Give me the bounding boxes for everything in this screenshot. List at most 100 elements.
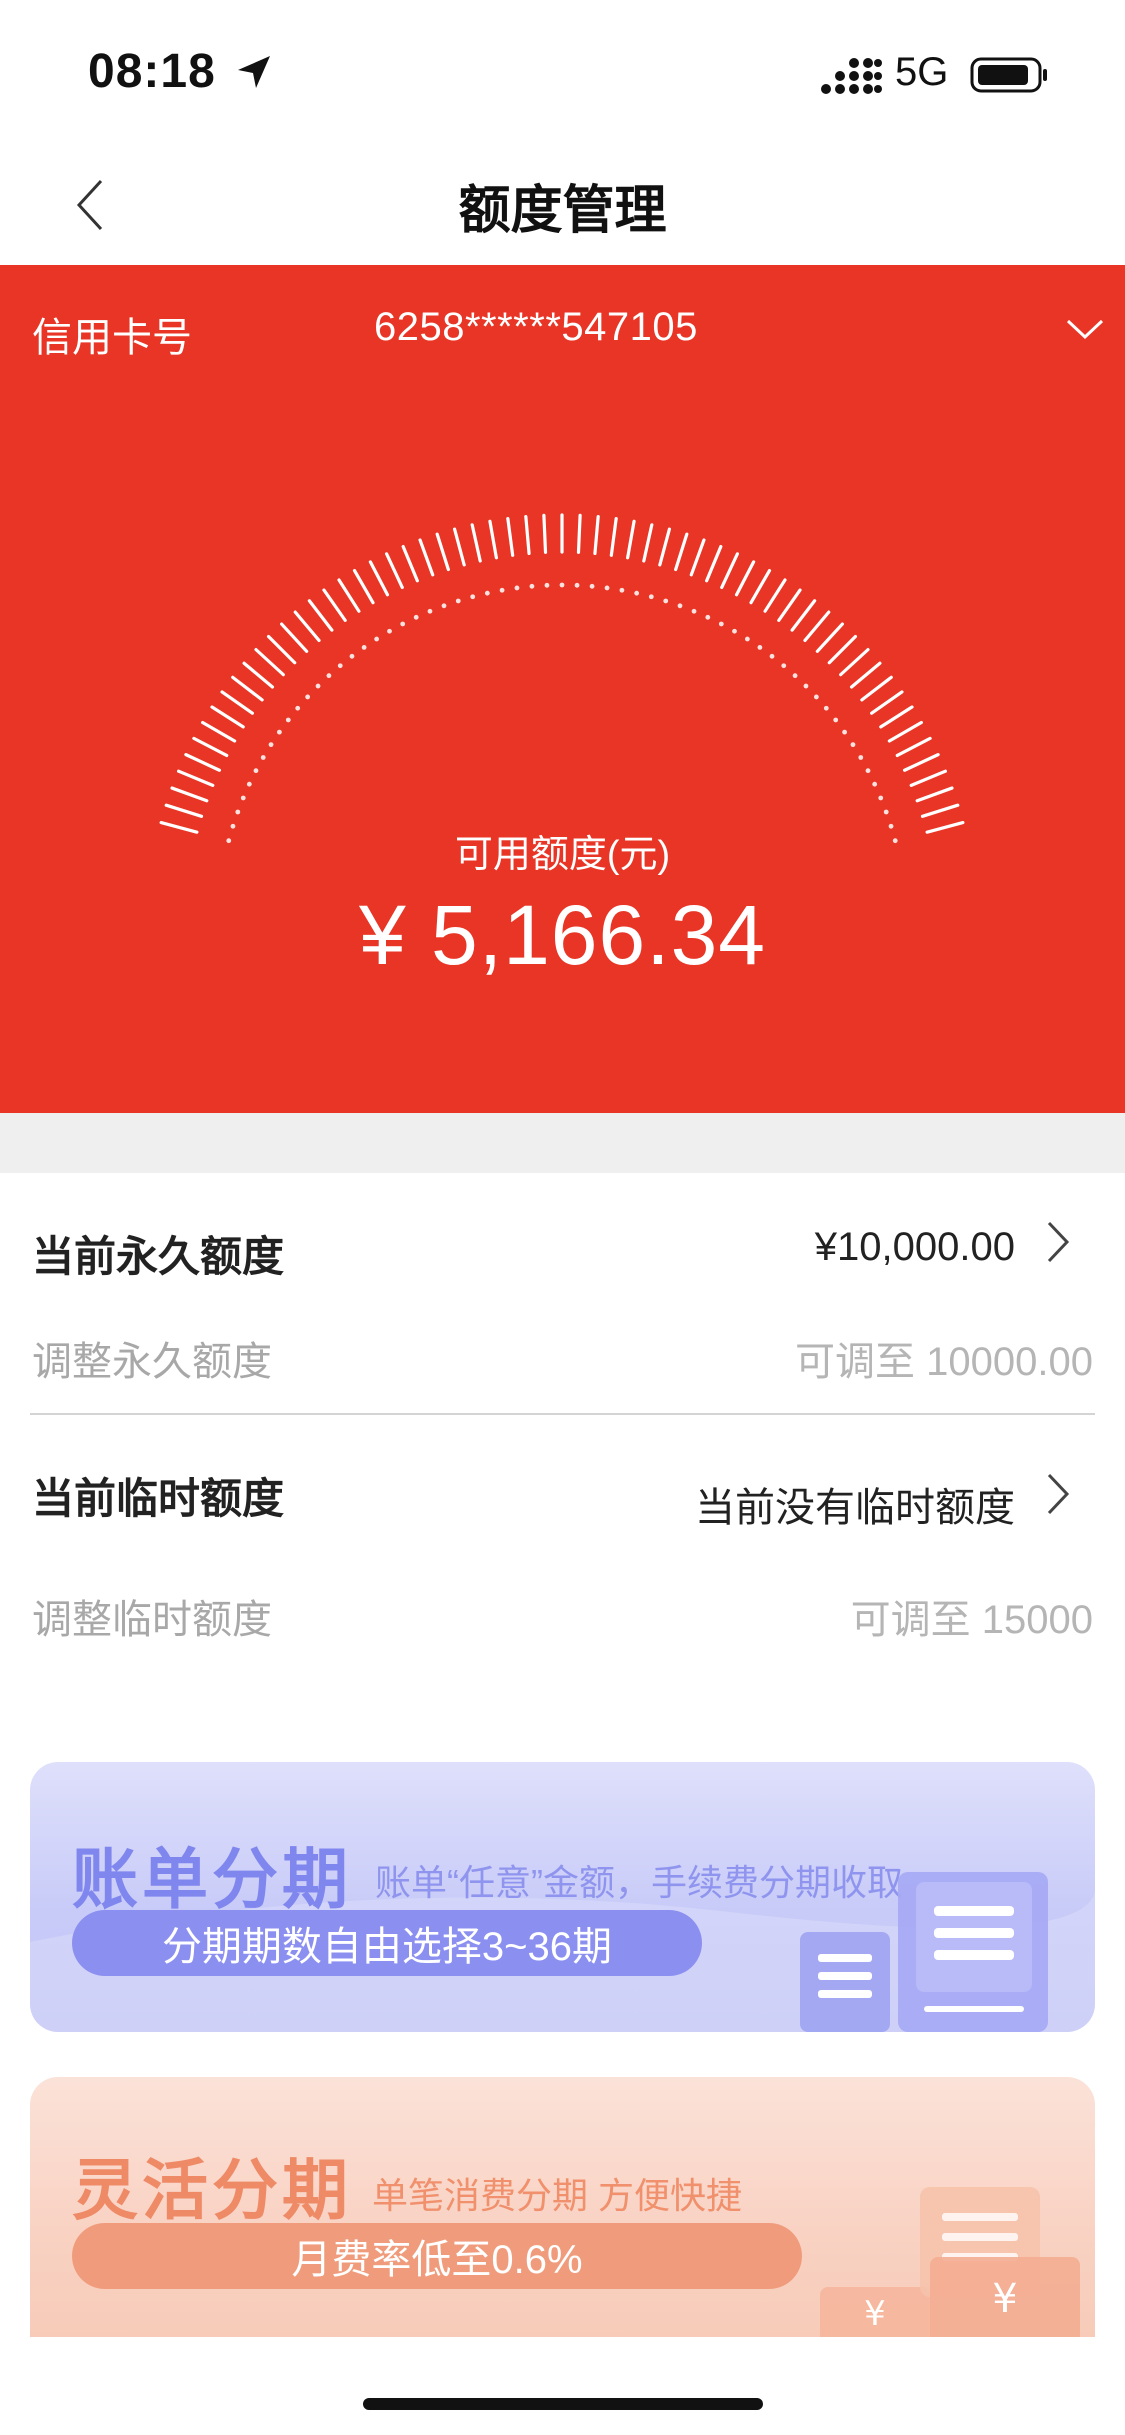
chevron-right-icon[interactable] — [1041, 1469, 1075, 1519]
gauge-tick — [164, 803, 204, 818]
gauge-dot — [634, 590, 640, 596]
gauge-tick — [576, 513, 582, 554]
battery-icon — [970, 57, 1047, 93]
gauge-tick — [609, 516, 618, 557]
temporary-limit-value: 当前没有临时额度 — [695, 1486, 1015, 1530]
gauge-dot — [529, 583, 535, 589]
gauge-tick — [200, 720, 237, 743]
gauge-dot — [718, 621, 724, 627]
gauge-tick — [674, 532, 689, 572]
gauge-dot — [387, 628, 392, 634]
gauge-tick — [803, 610, 831, 643]
network-type: 5G — [895, 50, 949, 94]
gauge-tick — [231, 675, 264, 702]
gauge-tick — [902, 753, 940, 772]
gauge-dot — [285, 717, 291, 723]
gauge-dot — [677, 603, 683, 609]
gauge-dot — [413, 614, 419, 620]
chevron-right-icon[interactable] — [1041, 1217, 1075, 1267]
gauge-tick — [705, 544, 723, 583]
gauge-dot — [858, 755, 864, 760]
gauge-tick — [280, 622, 309, 653]
nav-bar: 额度管理 — [0, 150, 1125, 265]
gauge-tick — [368, 560, 390, 597]
flexible-installment-banner[interactable]: 灵活分期 单笔消费分期 方便快捷 月费率低至0.6% ¥ ¥ — [30, 2077, 1095, 2337]
gauge-dot — [781, 663, 787, 669]
gauge-tick — [720, 552, 739, 590]
gauge-tick — [385, 552, 404, 590]
gauge-tick — [192, 736, 229, 758]
card-number[interactable]: 6258******547105 — [374, 305, 698, 350]
section-divider — [0, 1113, 1125, 1173]
gauge-tick — [337, 578, 361, 613]
gauge-tick — [749, 568, 772, 605]
gauge-tick — [352, 568, 375, 605]
adjust-temporary-value: 可调至 15000 — [850, 1598, 1093, 1642]
gauge-tick — [506, 516, 515, 557]
gauge-tick — [322, 588, 347, 622]
gauge-tick — [470, 523, 482, 563]
gauge-tick — [524, 514, 531, 556]
gauge-tick — [909, 769, 948, 787]
bill-installment-banner[interactable]: 账单分期 账单“任意”金额，手续费分期收取 分期期数自由选择3~36期 — [30, 1762, 1095, 2032]
limit-list: 当前永久额度 ¥10,000.00 调整永久额度 可调至 10000.00 当前… — [0, 1173, 1125, 1673]
gauge-tick — [689, 538, 706, 577]
gauge-tick — [242, 661, 275, 689]
gauge-dot — [260, 755, 266, 760]
gauge-tick — [307, 599, 334, 632]
gauge-dot — [514, 585, 520, 591]
gauge-tick — [254, 648, 285, 677]
gauge-dot — [833, 717, 839, 723]
gauge-tick — [734, 560, 756, 597]
gauge-dot — [337, 663, 343, 669]
gauge-tick — [626, 519, 636, 560]
gauge-dot — [295, 705, 301, 711]
card-number-label: 信用卡号 — [32, 316, 192, 360]
gauge-dot — [883, 809, 889, 815]
gauge-tick — [266, 634, 297, 665]
limit-gauge — [159, 513, 965, 844]
gauge-dot — [374, 636, 380, 642]
gauge-dot — [326, 673, 332, 679]
gauge-dot — [648, 594, 654, 600]
flexible-installment-title: 灵活分期 — [72, 2153, 352, 2227]
gauge-tick — [452, 527, 466, 567]
permanent-limit-value: ¥10,000.00 — [814, 1225, 1015, 1269]
gauge-dot — [470, 594, 476, 600]
home-indicator — [363, 2398, 763, 2410]
flexible-installment-desc: 单笔消费分期 方便快捷 — [372, 2175, 743, 2216]
gauge-tick — [895, 736, 932, 758]
gauge-dot — [769, 653, 775, 659]
gauge-dot — [484, 590, 490, 596]
gauge-dot — [705, 614, 711, 620]
gauge-tick — [870, 690, 904, 715]
status-bar: 08:18 5G — [0, 0, 1125, 150]
gauge-tick — [642, 523, 654, 563]
gauge-tick — [827, 634, 858, 665]
gauge-dot — [400, 621, 406, 627]
flexible-installment-pill[interactable]: 月费率低至0.6% — [72, 2223, 802, 2289]
gauge-tick — [170, 786, 209, 803]
gauge-dot — [604, 585, 610, 591]
location-arrow-icon — [238, 56, 270, 88]
gauge-dot — [792, 673, 798, 679]
gauge-tick — [488, 519, 498, 560]
gauge-dot — [499, 587, 505, 593]
gauge-tick — [887, 720, 924, 743]
gauge-tick — [220, 690, 254, 715]
chevron-down-icon[interactable] — [1060, 309, 1110, 349]
gauge-dot — [361, 644, 367, 650]
gauge-tick — [777, 588, 802, 622]
gauge-dot — [842, 729, 848, 735]
page-title: 额度管理 — [458, 182, 667, 240]
gauge-dot — [691, 608, 697, 614]
svg-text:¥: ¥ — [992, 2276, 1017, 2322]
gauge-dot — [268, 742, 274, 748]
adjust-permanent-value: 可调至 10000.00 — [795, 1340, 1093, 1384]
gauge-dot — [559, 582, 565, 588]
gauge-dot — [253, 768, 259, 774]
bill-installment-pill[interactable]: 分期期数自由选择3~36期 — [72, 1910, 702, 1976]
gauge-tick — [184, 753, 222, 772]
gauge-dot — [455, 598, 461, 604]
gauge-dot — [823, 705, 829, 711]
